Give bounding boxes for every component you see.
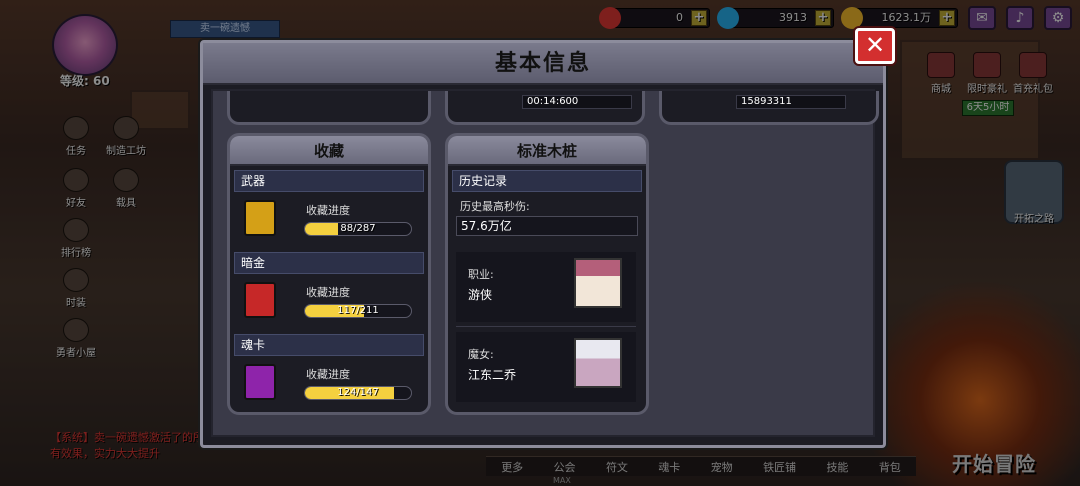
dark-gold-progress-text: 117/211 <box>337 305 379 316</box>
collection-progress-label: 收藏进度 <box>306 204 350 217</box>
dialog-header: 基本信息 <box>203 43 883 85</box>
top-panel-time: 00:14:600 <box>522 95 632 109</box>
weapon-progress-bar: 88/287 <box>304 222 412 236</box>
witch-portrait <box>574 338 622 388</box>
training-dummy-panel: 标准木桩 历史记录 历史最高秒伤: 57.6万亿 职业: 游侠 魔女: 江东二乔 <box>445 133 649 415</box>
soul-card-collection-row: 收藏进度 124/147 <box>230 356 428 412</box>
dark-gold-progress-bar: 117/211 <box>304 304 412 318</box>
witch-card: 魔女: 江东二乔 <box>456 332 636 402</box>
section-dark-gold: 暗金 <box>234 252 424 274</box>
top-panel-3: 15893311 <box>659 91 879 125</box>
top-panel-number: 15893311 <box>736 95 846 109</box>
dark-gold-icon <box>244 282 276 318</box>
collection-panel: 收藏 武器 收藏进度 88/287 暗金 收藏进度 117/211 魂卡 收藏进… <box>227 133 431 415</box>
job-label: 职业: <box>468 268 494 281</box>
basic-info-dialog: 基本信息 00:14:600 15893311 收藏 武器 收藏进度 88/28… <box>200 40 886 448</box>
witch-label: 魔女: <box>468 348 494 361</box>
weapon-progress-text: 88/287 <box>340 223 376 234</box>
dummy-title: 标准木桩 <box>448 136 646 166</box>
soul-card-icon <box>244 364 276 400</box>
job-card: 职业: 游侠 <box>456 252 636 322</box>
history-record-head: 历史记录 <box>452 170 642 192</box>
section-weapon: 武器 <box>234 170 424 192</box>
highest-dps-value: 57.6万亿 <box>456 216 638 236</box>
top-panel-2: 00:14:600 <box>445 91 645 125</box>
soul-card-progress-bar: 124/147 <box>304 386 412 400</box>
highest-dps-label: 历史最高秒伤: <box>460 200 530 213</box>
soul-card-progress-text: 124/147 <box>337 387 379 398</box>
collection-progress-label: 收藏进度 <box>306 286 350 299</box>
collection-title: 收藏 <box>230 136 428 166</box>
witch-value: 江东二乔 <box>468 368 517 382</box>
section-soul-card: 魂卡 <box>234 334 424 356</box>
card-divider <box>456 326 636 327</box>
dark-gold-collection-row: 收藏进度 117/211 <box>230 274 428 330</box>
job-value: 游侠 <box>468 288 493 302</box>
weapon-collection-row: 收藏进度 88/287 <box>230 192 428 248</box>
dialog-title: 基本信息 <box>494 51 591 76</box>
dialog-body: 00:14:600 15893311 收藏 武器 收藏进度 88/287 暗金 … <box>211 89 879 437</box>
weapon-icon <box>244 200 276 236</box>
ranger-portrait <box>574 258 622 308</box>
collection-progress-label: 收藏进度 <box>306 368 350 381</box>
top-panel-1 <box>227 91 431 125</box>
close-icon[interactable]: ✕ <box>855 28 895 64</box>
